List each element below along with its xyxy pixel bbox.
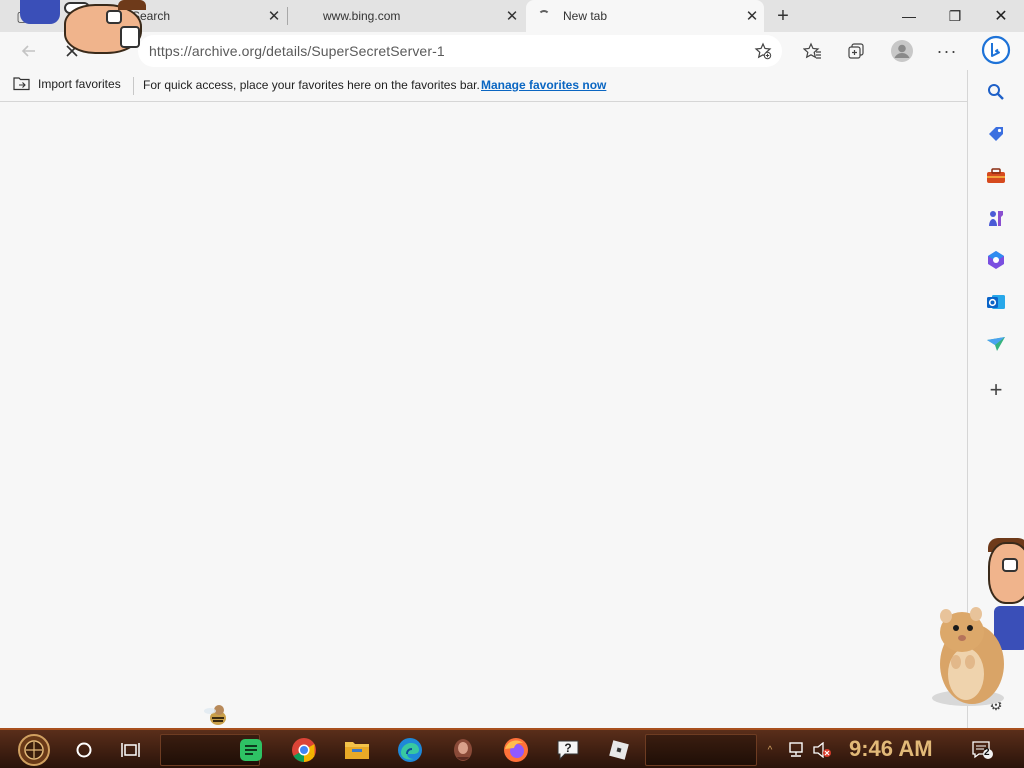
shopping-tag-icon[interactable] [986,124,1006,144]
collections-icon [848,43,864,59]
new-tab-button[interactable]: + [770,4,796,28]
roblox-app-icon[interactable] [605,736,633,764]
action-center-button[interactable]: 2 [970,736,996,764]
games-chess-icon[interactable] [986,208,1006,228]
tools-briefcase-icon[interactable] [986,166,1006,186]
svg-text:?: ? [564,741,571,755]
help-app-icon[interactable]: ? [555,736,583,764]
tab-divider [287,7,288,25]
notification-count-badge: 2 [984,747,990,758]
pinned-app-icon[interactable] [449,736,477,764]
restore-button[interactable]: ❐ [932,0,978,32]
collections-button[interactable] [841,36,871,66]
folder-import-icon [13,77,30,91]
tab-label: New tab [563,9,608,23]
import-favorites-button[interactable]: Import favorites [13,76,121,91]
loading-spinner-icon [538,10,550,22]
favorites-button[interactable] [797,36,827,66]
show-hidden-icons-button[interactable]: ^ [762,736,778,764]
task-view-button[interactable] [117,736,145,764]
close-window-button[interactable]: ✕ [978,0,1024,32]
search-icon[interactable] [986,82,1006,102]
taskbar-clock[interactable]: 9:46 AM [849,736,933,762]
notification-icon [972,741,993,759]
edge-app-icon[interactable] [396,736,424,764]
send-drop-icon[interactable] [986,334,1006,354]
chrome-app-icon[interactable] [290,736,318,764]
address-bar[interactable]: https://archive.org/details/SuperSecretS… [138,35,782,67]
spotify-app-icon[interactable] [237,736,265,764]
favorites-bar: Import favorites For quick access, place… [0,70,968,102]
network-icon[interactable] [784,736,808,764]
task-view-icon [121,743,140,757]
cortana-circle-icon [76,742,92,758]
cartoon-character-top-left [20,0,150,60]
tab-label: Search [132,9,171,23]
add-favorite-icon[interactable] [750,39,776,63]
favbar-divider [133,77,134,95]
bing-icon [981,35,1011,65]
favorites-hint-text: For quick access, place your favorites h… [143,78,480,92]
page-content [0,102,967,728]
close-tab-icon[interactable]: ✕ [262,4,286,28]
toolbar: https://archive.org/details/SuperSecretS… [0,32,1024,70]
volume-muted-icon[interactable] [810,736,834,764]
avatar [891,40,913,62]
outlook-icon[interactable] [986,292,1006,312]
close-tab-icon[interactable]: ✕ [500,4,524,28]
start-button[interactable] [12,733,56,767]
hamster-mascot [926,606,1008,708]
taskbar: ? ^ 9:46 AM 2 [0,728,1024,768]
favorites-icon [802,42,821,59]
bing-chat-button[interactable] [980,34,1012,66]
start-orb-icon [18,734,50,766]
tab-new-tab[interactable]: New tab ✕ [526,0,764,32]
import-favorites-label: Import favorites [38,76,121,91]
tab-label: www.bing.com [323,9,401,23]
taskbar-separator [645,734,757,766]
bee-character [202,702,234,728]
settings-more-button[interactable]: ··· [932,36,962,66]
tab-strip: ▢ Search ✕ www.bing.com ✕ New tab ✕ + — … [0,0,1024,32]
microsoft-365-icon[interactable] [986,250,1006,270]
file-explorer-app-icon[interactable] [343,736,371,764]
profile-button[interactable] [887,36,917,66]
manage-favorites-link[interactable]: Manage favorites now [481,78,606,92]
firefox-app-icon[interactable] [502,736,530,764]
minimize-button[interactable]: — [886,0,932,32]
tab-bing[interactable]: www.bing.com ✕ [290,0,524,32]
close-tab-icon[interactable]: ✕ [740,4,764,28]
url-text: https://archive.org/details/SuperSecretS… [149,43,445,59]
add-sidebar-app-icon[interactable]: + [986,377,1006,402]
search-button[interactable] [70,736,98,764]
